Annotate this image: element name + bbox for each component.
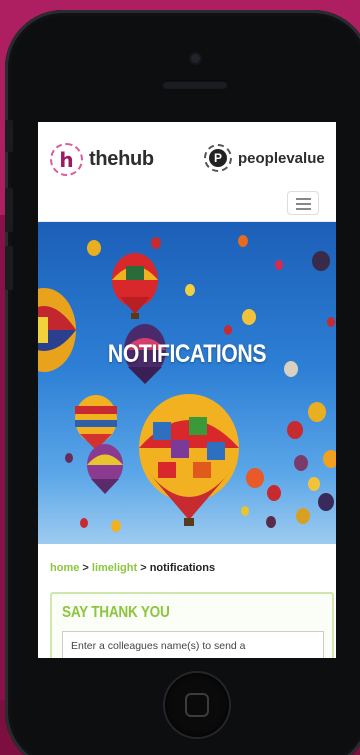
breadcrumb-home-link[interactable]: home (50, 562, 79, 574)
page-title: NOTIFICATIONS (107, 340, 267, 368)
peoplevalue-logo-letter: P (209, 149, 227, 167)
earpiece-speaker (162, 80, 228, 89)
thehub-logo-text: thehub (89, 148, 154, 170)
balloon-striped-left (75, 395, 117, 450)
balloon-large-patchwork (139, 394, 239, 526)
peoplevalue-logo-mark: P (204, 144, 232, 172)
volume-up-button (5, 188, 13, 232)
balloon-top-center (112, 253, 158, 319)
breadcrumb-current: notifications (149, 562, 216, 574)
phone-screen: h thehub P peoplevalue NOTIFICATIONS hom… (38, 122, 336, 658)
thehub-logo-mark: h (50, 143, 83, 176)
hamburger-menu-icon-line (296, 208, 311, 210)
hamburger-menu-button[interactable] (287, 191, 319, 215)
peoplevalue-logo-text: peoplevalue (238, 149, 325, 167)
hero-banner: NOTIFICATIONS (38, 222, 336, 544)
hot-air-balloons-image (38, 235, 336, 532)
thehub-logo[interactable]: h thehub (50, 143, 154, 176)
breadcrumb-separator: > (82, 562, 89, 574)
say-thank-you-title: SAY THANK YOU (62, 604, 170, 621)
balloon-small-left (87, 444, 123, 494)
home-button[interactable] (165, 673, 229, 737)
front-camera (191, 54, 200, 63)
peoplevalue-logo[interactable]: P peoplevalue (204, 144, 325, 172)
site-header: h thehub P peoplevalue (38, 122, 336, 222)
silent-switch (5, 120, 13, 152)
colleague-name-input[interactable]: Enter a colleagues name(s) to send a (62, 631, 324, 658)
breadcrumb: home > limelight > notifications (38, 544, 336, 594)
volume-down-button (5, 246, 13, 290)
hamburger-menu-icon-line (296, 203, 311, 205)
breadcrumb-separator: > (140, 562, 147, 574)
say-thank-you-card: SAY THANK YOU Enter a colleagues name(s)… (50, 592, 334, 658)
hamburger-menu-icon (296, 198, 311, 200)
breadcrumb-limelight-link[interactable]: limelight (92, 562, 137, 574)
home-button-icon (185, 693, 209, 717)
